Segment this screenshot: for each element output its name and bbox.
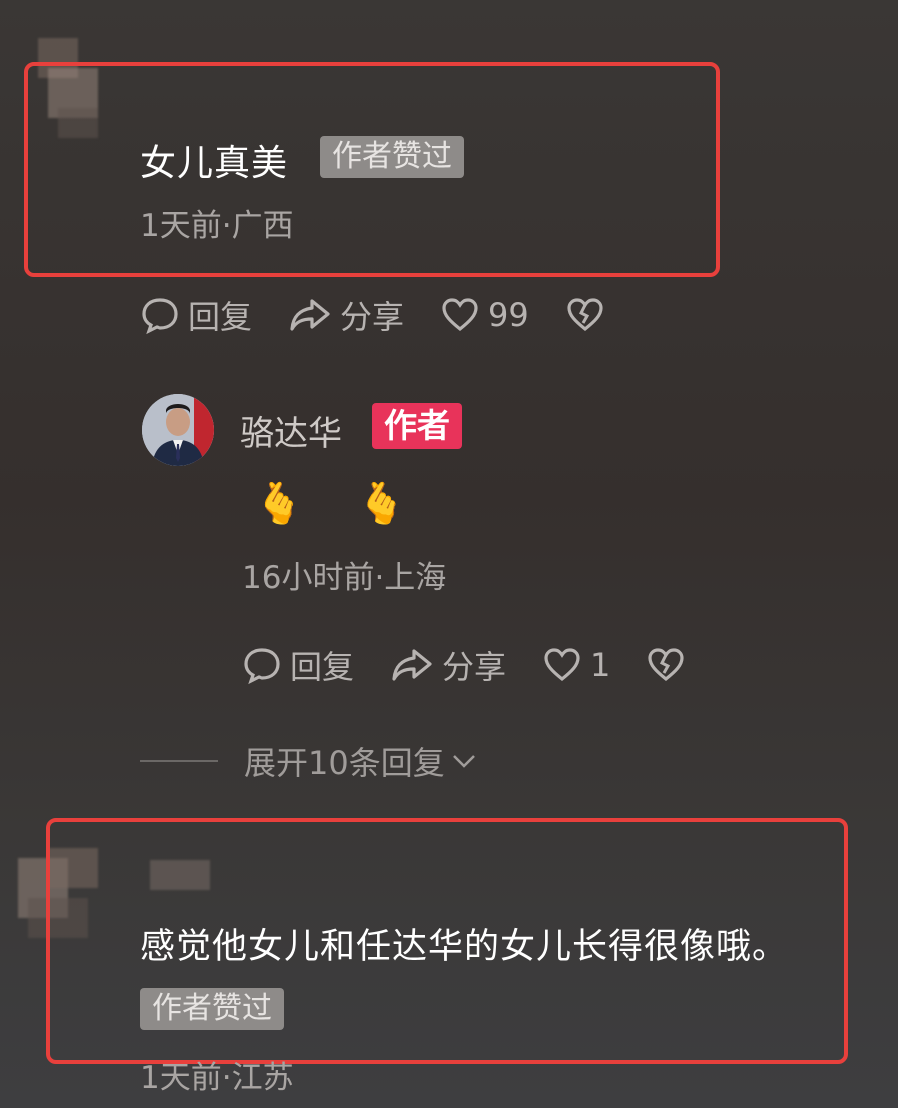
- author-liked-badge-2: 作者赞过: [140, 988, 284, 1030]
- author-avatar[interactable]: [142, 394, 214, 466]
- author-reply-content: 🫰 🫰: [254, 481, 427, 527]
- like-button[interactable]: 99: [440, 295, 529, 335]
- share-button[interactable]: 分享: [288, 292, 404, 338]
- author-liked-badge-1: 作者赞过: [320, 136, 464, 178]
- comment-meta-1: 1天前·广西: [140, 208, 294, 244]
- comment-text-2: 感觉他女儿和任达华的女儿长得很像哦。: [140, 927, 789, 967]
- expand-divider: [140, 760, 218, 762]
- chevron-down-icon: [452, 755, 475, 768]
- expand-replies-button[interactable]: 展开10条回复: [244, 738, 479, 784]
- comment-actions-1: 回复 分享 99: [140, 292, 649, 338]
- reply-button[interactable]: 回复: [242, 642, 354, 688]
- like-button[interactable]: 1: [542, 645, 610, 685]
- comment-icon: [142, 298, 178, 335]
- comment-text-1: 女儿真美: [140, 143, 289, 184]
- comment-meta-2: 1天前·江苏: [140, 1060, 294, 1096]
- author-badge: 作者: [372, 403, 462, 449]
- dislike-button[interactable]: [565, 295, 613, 335]
- author-reply-meta: 16小时前·上海: [242, 560, 447, 596]
- heart-icon: [544, 648, 580, 682]
- heart-icon: [442, 298, 478, 332]
- broken-heart-icon: [567, 298, 603, 332]
- comment-icon: [244, 648, 280, 685]
- reply-button[interactable]: 回复: [140, 292, 252, 338]
- dislike-button[interactable]: [646, 645, 694, 685]
- expand-replies-label: 展开10条回复: [244, 744, 445, 782]
- author-name[interactable]: 骆达华: [240, 406, 342, 455]
- share-button[interactable]: 分享: [390, 642, 506, 688]
- broken-heart-icon: [648, 648, 684, 682]
- share-icon: [392, 649, 432, 681]
- author-photo: [142, 394, 214, 466]
- author-reply-actions: 回复 分享 1: [242, 642, 730, 688]
- share-icon: [290, 299, 330, 331]
